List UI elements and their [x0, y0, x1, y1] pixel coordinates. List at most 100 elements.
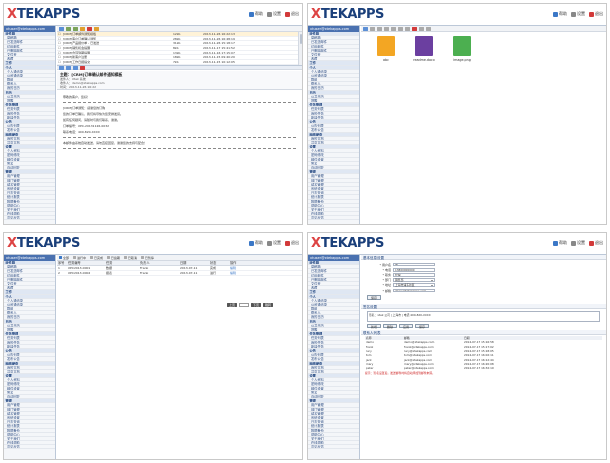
- forward-icon[interactable]: [73, 65, 78, 70]
- email-field[interactable]: xtuser@xtekapps.com: [393, 288, 435, 293]
- apply-signature-button[interactable]: 应用: [399, 323, 414, 328]
- save-button[interactable]: 保存: [367, 295, 382, 300]
- help-label: 帮助: [559, 11, 567, 16]
- sidebar-item[interactable]: 意见反馈: [308, 216, 359, 221]
- body-line: 联系电话：400-820-XXXX: [63, 130, 100, 134]
- mail-subject: [CRM]订单邮件通知模板: [63, 32, 97, 36]
- help-label: 帮助: [559, 240, 567, 245]
- image-file-icon[interactable]: [453, 36, 471, 56]
- upload-icon[interactable]: [363, 26, 368, 31]
- settings-form: * 用户名 张三 * 电话 13800000000 * 职务 经理 * 部门 销售部 *…: [361, 260, 606, 304]
- file-name[interactable]: readme.docx: [411, 58, 437, 62]
- col-header[interactable]: 任务: [105, 261, 139, 265]
- settings-link[interactable]: 设置: [267, 240, 281, 246]
- logout-link[interactable]: 退出: [285, 11, 299, 17]
- folder-icon[interactable]: [377, 36, 395, 56]
- tab-cancelled[interactable]: 已取消: [123, 255, 137, 260]
- reply-icon[interactable]: [59, 65, 64, 70]
- page-input[interactable]: [239, 303, 250, 307]
- delete-icon[interactable]: [80, 65, 85, 70]
- logout-label: 退出: [595, 240, 603, 245]
- panel-tasks: X TEKAPPS 帮助 设置 退出 xtuser@xtekapps.com 收件…: [3, 232, 303, 460]
- rename-icon[interactable]: [405, 26, 410, 31]
- help-icon: [249, 11, 254, 17]
- move-icon[interactable]: [80, 26, 85, 31]
- next-page-button[interactable]: 下页: [251, 303, 262, 307]
- delete-signature-button[interactable]: 删除: [383, 323, 398, 328]
- mail-list-scrollbar[interactable]: [298, 32, 302, 65]
- sidebar-item[interactable]: 意见反馈: [4, 216, 55, 221]
- col-header[interactable]: 状态: [209, 261, 229, 265]
- sidebar-item[interactable]: 意见反馈: [308, 445, 359, 450]
- help-link[interactable]: 帮助: [553, 11, 567, 17]
- download-icon[interactable]: [377, 26, 382, 31]
- compose-icon[interactable]: [59, 26, 64, 31]
- document-icon[interactable]: [415, 36, 433, 56]
- settings-label: 设置: [273, 240, 281, 245]
- tab-all[interactable]: 全部: [59, 255, 69, 260]
- col-header[interactable]: 日期: [179, 261, 209, 265]
- flag-icon[interactable]: [94, 26, 99, 31]
- tab-in-progress[interactable]: 进行中: [72, 255, 86, 260]
- reply-icon[interactable]: [66, 26, 71, 31]
- edit-link[interactable]: 编辑: [229, 266, 249, 270]
- copy-icon[interactable]: [384, 26, 389, 31]
- cell: 1: [58, 266, 60, 270]
- paste-icon[interactable]: [398, 26, 403, 31]
- tab-done[interactable]: 已完成: [89, 255, 103, 260]
- add-signature-button[interactable]: 新增: [367, 323, 382, 328]
- settings-link[interactable]: 设置: [571, 240, 585, 246]
- grid-view-icon[interactable]: [419, 26, 424, 31]
- delete-icon[interactable]: [87, 26, 92, 31]
- help-link[interactable]: 帮助: [249, 240, 263, 246]
- help-link[interactable]: 帮助: [249, 11, 263, 17]
- mail-size: 31kb: [173, 41, 181, 46]
- edit-link[interactable]: 编辑: [229, 271, 249, 275]
- title-field[interactable]: 经理: [393, 273, 435, 277]
- list-view-icon[interactable]: [426, 26, 431, 31]
- settings-label: 设置: [577, 240, 585, 245]
- address-select[interactable]: 上海市浦东新区: [393, 283, 435, 288]
- file-name[interactable]: image.png: [449, 58, 475, 62]
- reply-all-icon[interactable]: [66, 65, 71, 70]
- contact-list: 名称 邮箱 日期 demo demo@xtekapps.com 2014-07-17…: [361, 335, 606, 376]
- help-icon: [553, 240, 558, 246]
- table-row[interactable]: 2 XPC2013-0002 报表 Frank 2013-07-11 进行 编辑: [57, 271, 302, 276]
- help-label: 帮助: [255, 11, 263, 16]
- panel-inbox: X TEKAPPS 帮助 设置 退出 xtuser@xtekapps.com 收件…: [3, 3, 303, 225]
- mail-size: 7kb: [173, 60, 179, 64]
- name-field[interactable]: 张三: [393, 262, 435, 267]
- col-header[interactable]: 任务编号: [67, 261, 105, 265]
- go-page-button[interactable]: 跳转: [263, 303, 274, 307]
- tab-paused[interactable]: 已暂停: [140, 255, 154, 260]
- save-signature-button[interactable]: 保存: [415, 323, 430, 328]
- department-select[interactable]: 销售部: [393, 278, 435, 283]
- col-header[interactable]: 操作: [229, 261, 249, 265]
- col-header[interactable]: 负责人: [139, 261, 179, 265]
- logout-link[interactable]: 退出: [589, 240, 603, 246]
- sidebar: xtuser@xtekapps.com 收件箱 草稿箱 已发送邮件 垃圾邮件 已删除邮件…: [308, 26, 360, 224]
- sidebar-item[interactable]: 意见反馈: [4, 445, 55, 450]
- col-header[interactable]: 序号: [57, 261, 67, 265]
- cell: XPC2013-0001: [68, 266, 91, 270]
- phone-field[interactable]: 13800000000: [393, 267, 435, 272]
- settings-link[interactable]: 设置: [267, 11, 281, 17]
- signature-textarea[interactable]: 签名：xtek 公司 | 上海市 | 电话 400-820-XXXX: [367, 311, 600, 323]
- cut-icon[interactable]: [391, 26, 396, 31]
- help-link[interactable]: 帮助: [553, 240, 567, 246]
- tab-overdue[interactable]: 已逾期: [106, 255, 120, 260]
- file-name[interactable]: abc: [373, 58, 399, 62]
- logout-link[interactable]: 退出: [285, 240, 299, 246]
- cell: 2014-07-17 16:32:19: [464, 366, 494, 371]
- forward-icon[interactable]: [73, 26, 78, 31]
- app-logo: X TEKAPPS: [7, 7, 80, 22]
- prev-page-button[interactable]: 上页: [227, 303, 238, 307]
- settings-link[interactable]: 设置: [571, 11, 585, 17]
- scroll-thumb[interactable]: [299, 34, 302, 44]
- new-folder-icon[interactable]: [370, 26, 375, 31]
- app-header: X TEKAPPS 帮助 设置 退出: [308, 4, 606, 26]
- mail-size: 8kb: [173, 46, 179, 50]
- logout-link[interactable]: 退出: [589, 11, 603, 17]
- sidebar: xtuser@xtekapps.com 收件箱 草稿箱 已发送邮件 垃圾邮件 已删除邮件…: [4, 255, 56, 459]
- delete-icon[interactable]: [412, 26, 417, 31]
